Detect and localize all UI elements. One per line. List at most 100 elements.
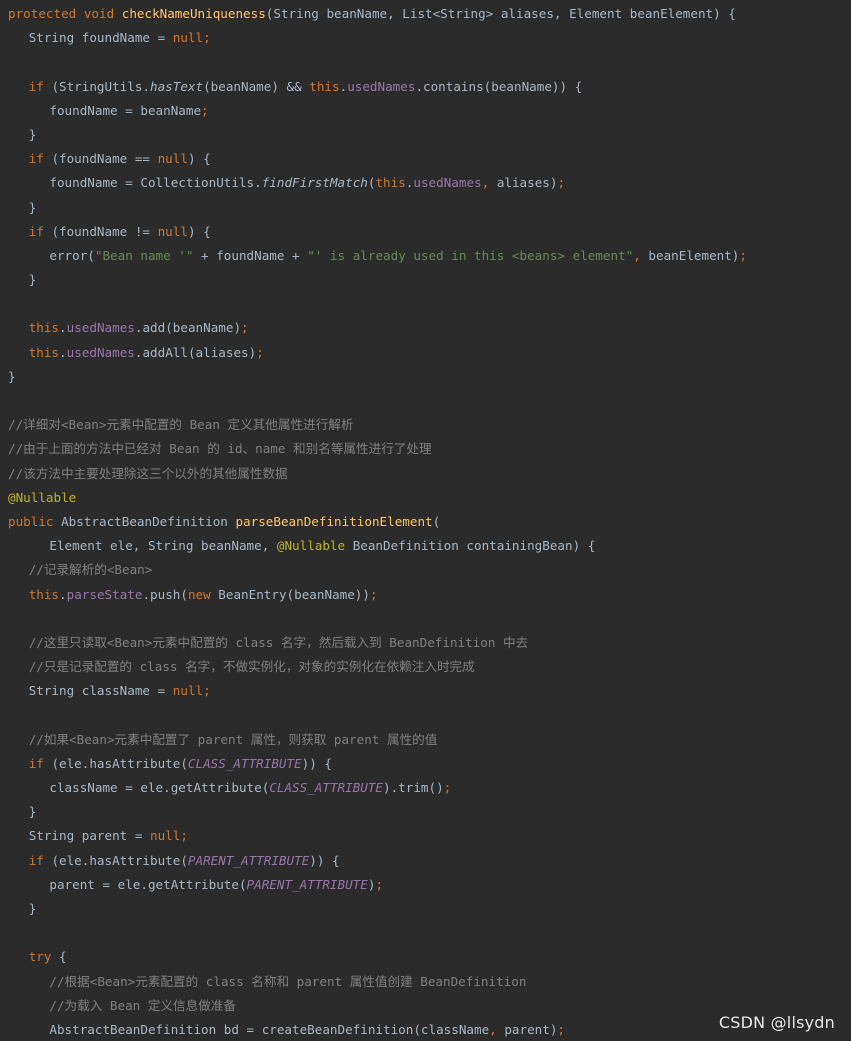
code-content: protected void checkNameUniqueness(Strin… bbox=[8, 2, 851, 1041]
code-token: .contains(beanName)) { bbox=[415, 78, 583, 94]
code-token: )) { bbox=[301, 755, 332, 771]
code-token: } bbox=[8, 368, 16, 384]
code-token: findFirstMatch bbox=[261, 175, 368, 191]
code-line: //这里只读取<Bean>元素中配置的 class 名字，然后载入到 BeanD… bbox=[8, 631, 851, 655]
code-line: } bbox=[8, 897, 851, 921]
code-token: } bbox=[28, 272, 37, 288]
code-editor[interactable]: protected void checkNameUniqueness(Strin… bbox=[0, 0, 851, 1041]
code-token: //如果<Bean>元素中配置了 parent 属性，则获取 parent 属性… bbox=[28, 731, 438, 747]
code-token: ; bbox=[443, 780, 452, 795]
code-token: if bbox=[28, 852, 52, 868]
code-token: (ele.hasAttribute( bbox=[51, 852, 188, 868]
code-token: ).trim() bbox=[383, 780, 444, 795]
code-token: @Nullable bbox=[276, 538, 353, 554]
code-line: //详细对<Bean>元素中配置的 Bean 定义其他属性进行解析 bbox=[8, 413, 851, 437]
code-token: .add(beanName) bbox=[134, 320, 242, 336]
code-token: ( bbox=[432, 513, 441, 529]
code-line: public AbstractBeanDefinition parseBeanD… bbox=[8, 510, 851, 534]
code-line: } bbox=[8, 800, 851, 824]
code-line: } bbox=[8, 196, 851, 220]
code-token: aliases) bbox=[496, 175, 558, 191]
code-token: ; bbox=[739, 247, 747, 263]
code-token: ; bbox=[375, 876, 384, 892]
code-token: ; bbox=[201, 102, 209, 118]
code-token: BeanDefinition containingBean) { bbox=[352, 538, 596, 554]
code-token: (StringUtils. bbox=[51, 78, 151, 94]
code-token: protected void bbox=[8, 6, 122, 21]
code-token: ; bbox=[369, 586, 378, 602]
code-line: protected void checkNameUniqueness(Strin… bbox=[8, 2, 851, 26]
code-token: //该方法中主要处理除这三个以外的其他属性数据 bbox=[8, 465, 288, 481]
code-token: //为载入 Bean 定义信息做准备 bbox=[49, 997, 236, 1013]
code-token: usedNames bbox=[66, 320, 135, 336]
code-line: this.usedNames.add(beanName); bbox=[8, 316, 851, 340]
code-token: this bbox=[28, 320, 60, 336]
code-line: //该方法中主要处理除这三个以外的其他属性数据 bbox=[8, 462, 851, 486]
code-line: String foundName = null; bbox=[8, 26, 851, 50]
code-line: Element ele, String beanName, @Nullable … bbox=[8, 534, 851, 558]
code-line: parent = ele.getAttribute(PARENT_ATTRIBU… bbox=[8, 873, 851, 897]
code-token: . bbox=[59, 320, 67, 336]
code-line: //根据<Bean>元素配置的 class 名称和 parent 属性值创建 B… bbox=[8, 970, 851, 994]
code-token: )) { bbox=[309, 852, 340, 868]
code-token: null bbox=[172, 30, 204, 46]
code-token: this bbox=[375, 175, 406, 191]
code-token: new bbox=[187, 586, 219, 602]
code-token: public bbox=[8, 513, 62, 529]
code-token: //记录解析的<Bean> bbox=[28, 562, 153, 578]
code-token: ; bbox=[180, 828, 188, 844]
code-token: (beanName) && bbox=[203, 78, 310, 94]
code-token: //详细对<Bean>元素中配置的 Bean 定义其他属性进行解析 bbox=[8, 417, 354, 433]
code-line: //记录解析的<Bean> bbox=[8, 558, 851, 582]
code-token: Element ele, String beanName, bbox=[49, 538, 277, 554]
code-token: parseBeanDefinitionElement bbox=[235, 513, 433, 529]
code-token: this bbox=[309, 78, 340, 94]
code-token: checkNameUniqueness bbox=[121, 6, 266, 21]
code-token: CLASS_ATTRIBUTE bbox=[187, 755, 302, 771]
code-token: (String beanName, List<String> aliases, … bbox=[265, 6, 736, 21]
code-token: (foundName == bbox=[51, 151, 158, 167]
code-line: if (foundName != null) { bbox=[8, 220, 851, 244]
code-token: foundName = CollectionUtils. bbox=[49, 175, 262, 191]
code-token: ; bbox=[241, 320, 249, 336]
code-token: beanElement) bbox=[648, 247, 740, 263]
code-token: (ele.hasAttribute( bbox=[51, 755, 188, 771]
code-token: ; bbox=[557, 1021, 565, 1037]
code-token: usedNames bbox=[66, 344, 135, 360]
code-token: if bbox=[28, 223, 52, 239]
code-token: "' is already used in this <beans> eleme… bbox=[307, 247, 634, 263]
code-token: null bbox=[157, 151, 188, 167]
code-token: , bbox=[633, 247, 649, 263]
code-token: , bbox=[481, 175, 497, 191]
code-line: } bbox=[8, 365, 851, 389]
code-token: parent = ele.getAttribute( bbox=[49, 876, 247, 892]
code-token: . bbox=[59, 586, 67, 602]
code-line: if (StringUtils.hasText(beanName) && thi… bbox=[8, 75, 851, 99]
code-token: AbstractBeanDefinition bd = createBeanDe… bbox=[49, 1021, 490, 1037]
code-token: BeanEntry(beanName)) bbox=[218, 586, 370, 602]
code-token: PARENT_ATTRIBUTE bbox=[187, 852, 310, 868]
code-token: if bbox=[28, 78, 52, 94]
code-line: //如果<Bean>元素中配置了 parent 属性，则获取 parent 属性… bbox=[8, 728, 851, 752]
code-token: "Bean name '" bbox=[94, 247, 194, 263]
code-line: try { bbox=[8, 945, 851, 969]
code-line: if (foundName == null) { bbox=[8, 147, 851, 171]
code-token: //只是记录配置的 class 名字，不做实例化，对象的实例化在依赖注入时完成 bbox=[28, 659, 475, 675]
code-line: className = ele.getAttribute(CLASS_ATTRI… bbox=[8, 776, 851, 800]
code-token: parent) bbox=[504, 1021, 558, 1037]
code-token: @Nullable bbox=[8, 489, 77, 505]
code-line: this.parseState.push(new BeanEntry(beanN… bbox=[8, 583, 851, 607]
code-token: PARENT_ATTRIBUTE bbox=[246, 876, 368, 892]
code-line: } bbox=[8, 123, 851, 147]
code-token: .push( bbox=[142, 586, 188, 602]
code-token: ; bbox=[203, 683, 211, 699]
code-token: } bbox=[28, 900, 37, 916]
code-token: //由于上面的方法中已经对 Bean 的 id、name 和别名等属性进行了处理 bbox=[8, 441, 432, 457]
code-token: CLASS_ATTRIBUTE bbox=[269, 780, 384, 795]
code-line: foundName = CollectionUtils.findFirstMat… bbox=[8, 171, 851, 195]
code-token: usedNames bbox=[347, 78, 416, 94]
